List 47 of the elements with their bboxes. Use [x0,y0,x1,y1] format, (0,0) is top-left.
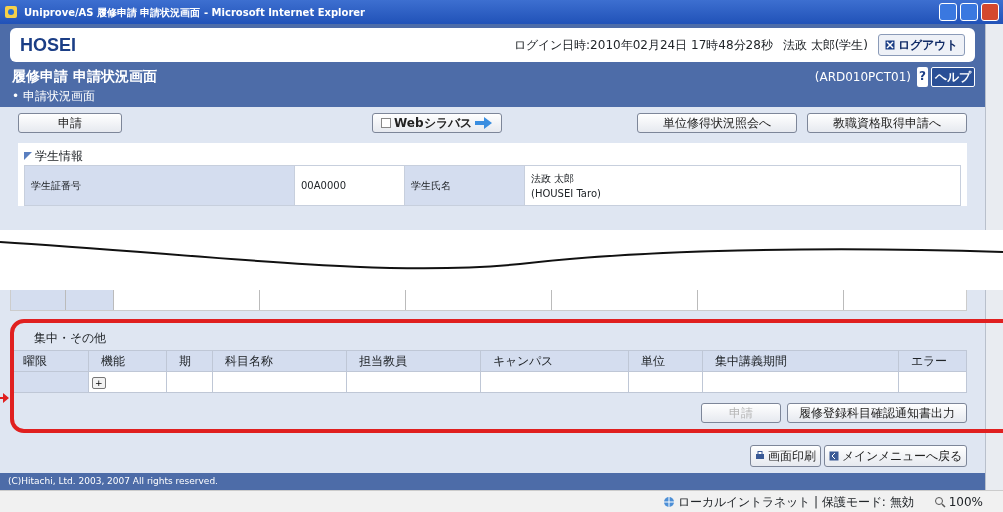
field-value: 法政 太郎 (HOUSEI Taro) [524,165,961,206]
logo: HOSEI [20,33,76,57]
field-value: 00A0000 [294,165,405,206]
close-button[interactable] [981,3,999,21]
corner-icon [24,152,32,160]
copyright-text: (C)Hitachi, Ltd. 2003, 2007 All rights reserved. [0,472,985,490]
action-button[interactable]: 履修登録科目確認通知書出力 [787,402,967,423]
column-header: 機能 [88,350,167,371]
logout-button[interactable]: ログアウト [878,34,965,56]
nav-button[interactable]: 単位修得状況照会へ [637,113,797,133]
column-header: キャンパス [480,350,629,371]
user-name: 法政 太郎(学生) [782,37,868,54]
field-label: 学生証番号 [24,165,295,206]
security-zone: ローカルイントラネット | 保護モード: 無効 [678,493,914,511]
maximize-button[interactable] [960,3,978,21]
footer-button[interactable]: 画面印刷 [750,444,821,467]
zoom-level[interactable]: 100% [948,492,983,511]
page-title: 履修申請 申請状況画面 [12,67,157,86]
section-title: 集中・その他 [33,329,107,347]
nav-button[interactable]: 教職資格取得申請へ [807,113,967,133]
scrollbar[interactable] [985,24,1003,230]
login-time: ログイン日時:2010年02月24日 17時48分28秒 [514,37,773,54]
zoom-icon [933,495,946,508]
column-header: 集中講義期間 [702,350,899,371]
page-icon [381,118,391,128]
column-header: 単位 [628,350,703,371]
browser-icon [4,5,18,19]
column-header: エラー [898,350,967,371]
field-label: 学生氏名 [404,165,525,206]
back-icon [829,450,839,461]
column-header: 期 [166,350,213,371]
window-title: Uniprove/AS 履修申請 申請状況画面 - Microsoft Internet Explorer [24,5,366,20]
section-title: 学生情報 [35,148,83,165]
screen-id: (ARD010PCT01) [814,68,912,86]
nav-button[interactable]: 申請 [18,113,122,133]
breadcrumb: • 申請状況画面 [12,88,96,105]
arrow-icon [0,392,10,404]
add-button[interactable]: + [92,376,106,389]
minimize-button[interactable] [939,3,957,21]
globe-icon [663,495,676,508]
column-header: 科目名称 [212,350,347,371]
syllabus-button[interactable]: Webシラバス [372,113,502,133]
scrollbar[interactable] [985,290,1003,490]
footer-button[interactable]: メインメニューへ戻る [824,444,967,467]
column-header: 担当教員 [346,350,481,371]
logout-icon [885,40,895,50]
arrow-icon [474,117,493,129]
